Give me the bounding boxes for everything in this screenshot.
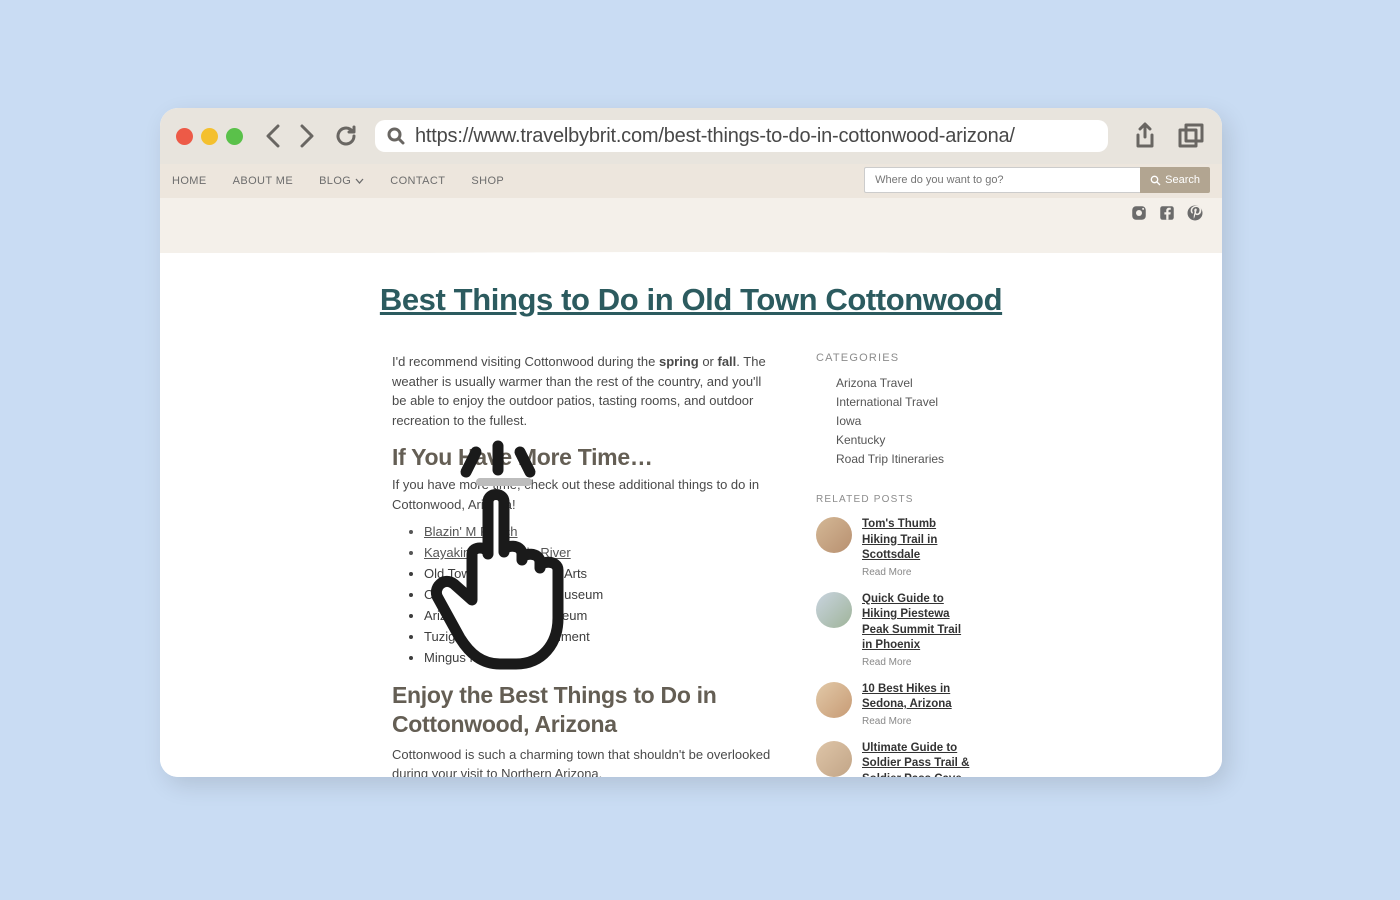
list-item[interactable]: Kayaking the Verde River bbox=[424, 545, 774, 560]
nav-contact[interactable]: CONTACT bbox=[390, 175, 445, 187]
address-bar[interactable]: https://www.travelbybrit.com/best-things… bbox=[375, 120, 1108, 152]
site-top-nav: HOME ABOUT ME BLOG CONTACT SHOP Search bbox=[160, 164, 1222, 198]
browser-window: https://www.travelbybrit.com/best-things… bbox=[160, 108, 1222, 777]
facebook-icon[interactable] bbox=[1158, 204, 1176, 222]
post-thumbnail[interactable] bbox=[816, 592, 852, 628]
list-item: Clemenceau Heritage Museum bbox=[424, 587, 774, 602]
url-text: https://www.travelbybrit.com/best-things… bbox=[415, 125, 1015, 148]
nav-arrows bbox=[263, 122, 317, 150]
related-post-title[interactable]: Quick Guide to Hiking Piestewa Peak Summ… bbox=[862, 592, 972, 654]
related-post-title[interactable]: 10 Best Hikes in Sedona, Arizona bbox=[862, 682, 972, 713]
forward-button[interactable] bbox=[295, 122, 317, 150]
close-window-button[interactable] bbox=[176, 128, 193, 145]
chevron-down-icon bbox=[355, 177, 364, 186]
maximize-window-button[interactable] bbox=[226, 128, 243, 145]
related-post: 10 Best Hikes in Sedona, Arizona Read Mor… bbox=[816, 682, 972, 727]
category-item[interactable]: International Travel bbox=[816, 395, 972, 409]
pinterest-icon[interactable] bbox=[1186, 204, 1204, 222]
post-thumbnail[interactable] bbox=[816, 682, 852, 718]
category-item[interactable]: Road Trip Itineraries bbox=[816, 452, 972, 466]
more-time-sub: If you have more time, check out these a… bbox=[392, 475, 774, 514]
related-label: RELATED POSTS bbox=[816, 494, 972, 505]
magnifier-icon bbox=[1150, 175, 1161, 186]
post-thumbnail[interactable] bbox=[816, 741, 852, 777]
nav-blog-label: BLOG bbox=[319, 175, 351, 187]
category-item[interactable]: Iowa bbox=[816, 414, 972, 428]
related-post-title[interactable]: Ultimate Guide to Soldier Pass Trail & S… bbox=[862, 741, 972, 777]
search-icon bbox=[387, 127, 405, 145]
browser-chrome: https://www.travelbybrit.com/best-things… bbox=[160, 108, 1222, 164]
related-post: Ultimate Guide to Soldier Pass Trail & S… bbox=[816, 741, 972, 777]
related-post-title[interactable]: Tom's Thumb Hiking Trail in Scottsdale bbox=[862, 517, 972, 564]
list-item[interactable]: Blazin' M Ranch bbox=[424, 524, 774, 539]
post-thumbnail[interactable] bbox=[816, 517, 852, 553]
toolbar-right bbox=[1132, 122, 1206, 150]
search-button-label: Search bbox=[1165, 174, 1200, 186]
nav-blog-dropdown[interactable]: BLOG bbox=[319, 175, 364, 187]
minimize-window-button[interactable] bbox=[201, 128, 218, 145]
social-row bbox=[160, 198, 1222, 228]
related-post: Tom's Thumb Hiking Trail in Scottsdale Re… bbox=[816, 517, 972, 578]
instagram-icon[interactable] bbox=[1130, 204, 1148, 222]
content-area: I'd recommend visiting Cottonwood during… bbox=[160, 346, 1222, 777]
article-body: I'd recommend visiting Cottonwood during… bbox=[392, 352, 792, 777]
nav-about[interactable]: ABOUT ME bbox=[233, 175, 293, 187]
category-item[interactable]: Arizona Travel bbox=[816, 376, 972, 390]
search-button[interactable]: Search bbox=[1140, 167, 1210, 193]
page-title-wrap: Best Things to Do in Old Town Cottonwood bbox=[160, 270, 1222, 346]
read-more-link[interactable]: Read More bbox=[862, 716, 972, 727]
category-item[interactable]: Kentucky bbox=[816, 433, 972, 447]
list-item: Tuzigoot National Monument bbox=[424, 629, 774, 644]
enjoy-heading: Enjoy the Best Things to Do in Cottonwoo… bbox=[392, 681, 774, 739]
copy-icon[interactable] bbox=[1176, 122, 1206, 150]
left-gutter bbox=[160, 352, 392, 777]
nav-shop[interactable]: SHOP bbox=[471, 175, 504, 187]
enjoy-p1: Cottonwood is such a charming town that … bbox=[392, 745, 774, 778]
search-input[interactable] bbox=[864, 167, 1140, 193]
more-time-heading: If You Have More Time… bbox=[392, 444, 774, 471]
categories-label: CATEGORIES bbox=[816, 352, 972, 364]
read-more-link[interactable]: Read More bbox=[862, 567, 972, 578]
list-item: Arizona Copper Art Museum bbox=[424, 608, 774, 623]
window-controls bbox=[176, 128, 243, 145]
more-time-list: Blazin' M Ranch Kayaking the Verde River O… bbox=[392, 524, 774, 665]
back-button[interactable] bbox=[263, 122, 285, 150]
sidebar: CATEGORIES Arizona Travel International T… bbox=[792, 352, 972, 777]
related-posts: Tom's Thumb Hiking Trail in Scottsdale Re… bbox=[816, 517, 972, 777]
nav-home[interactable]: HOME bbox=[172, 175, 207, 187]
page-title[interactable]: Best Things to Do in Old Town Cottonwood bbox=[160, 282, 1222, 318]
list-item: Old Town Center for the Arts bbox=[424, 566, 774, 581]
read-more-link[interactable]: Read More bbox=[862, 657, 972, 668]
reload-button[interactable] bbox=[333, 123, 359, 149]
site-search: Search bbox=[864, 167, 1210, 193]
intro-paragraph: I'd recommend visiting Cottonwood during… bbox=[392, 352, 774, 430]
list-item: Mingus Mountain bbox=[424, 650, 774, 665]
share-icon[interactable] bbox=[1132, 122, 1158, 150]
related-post: Quick Guide to Hiking Piestewa Peak Summ… bbox=[816, 592, 972, 668]
divider-wave bbox=[160, 228, 1222, 270]
categories-list: Arizona Travel International Travel Iowa Ke… bbox=[816, 376, 972, 466]
